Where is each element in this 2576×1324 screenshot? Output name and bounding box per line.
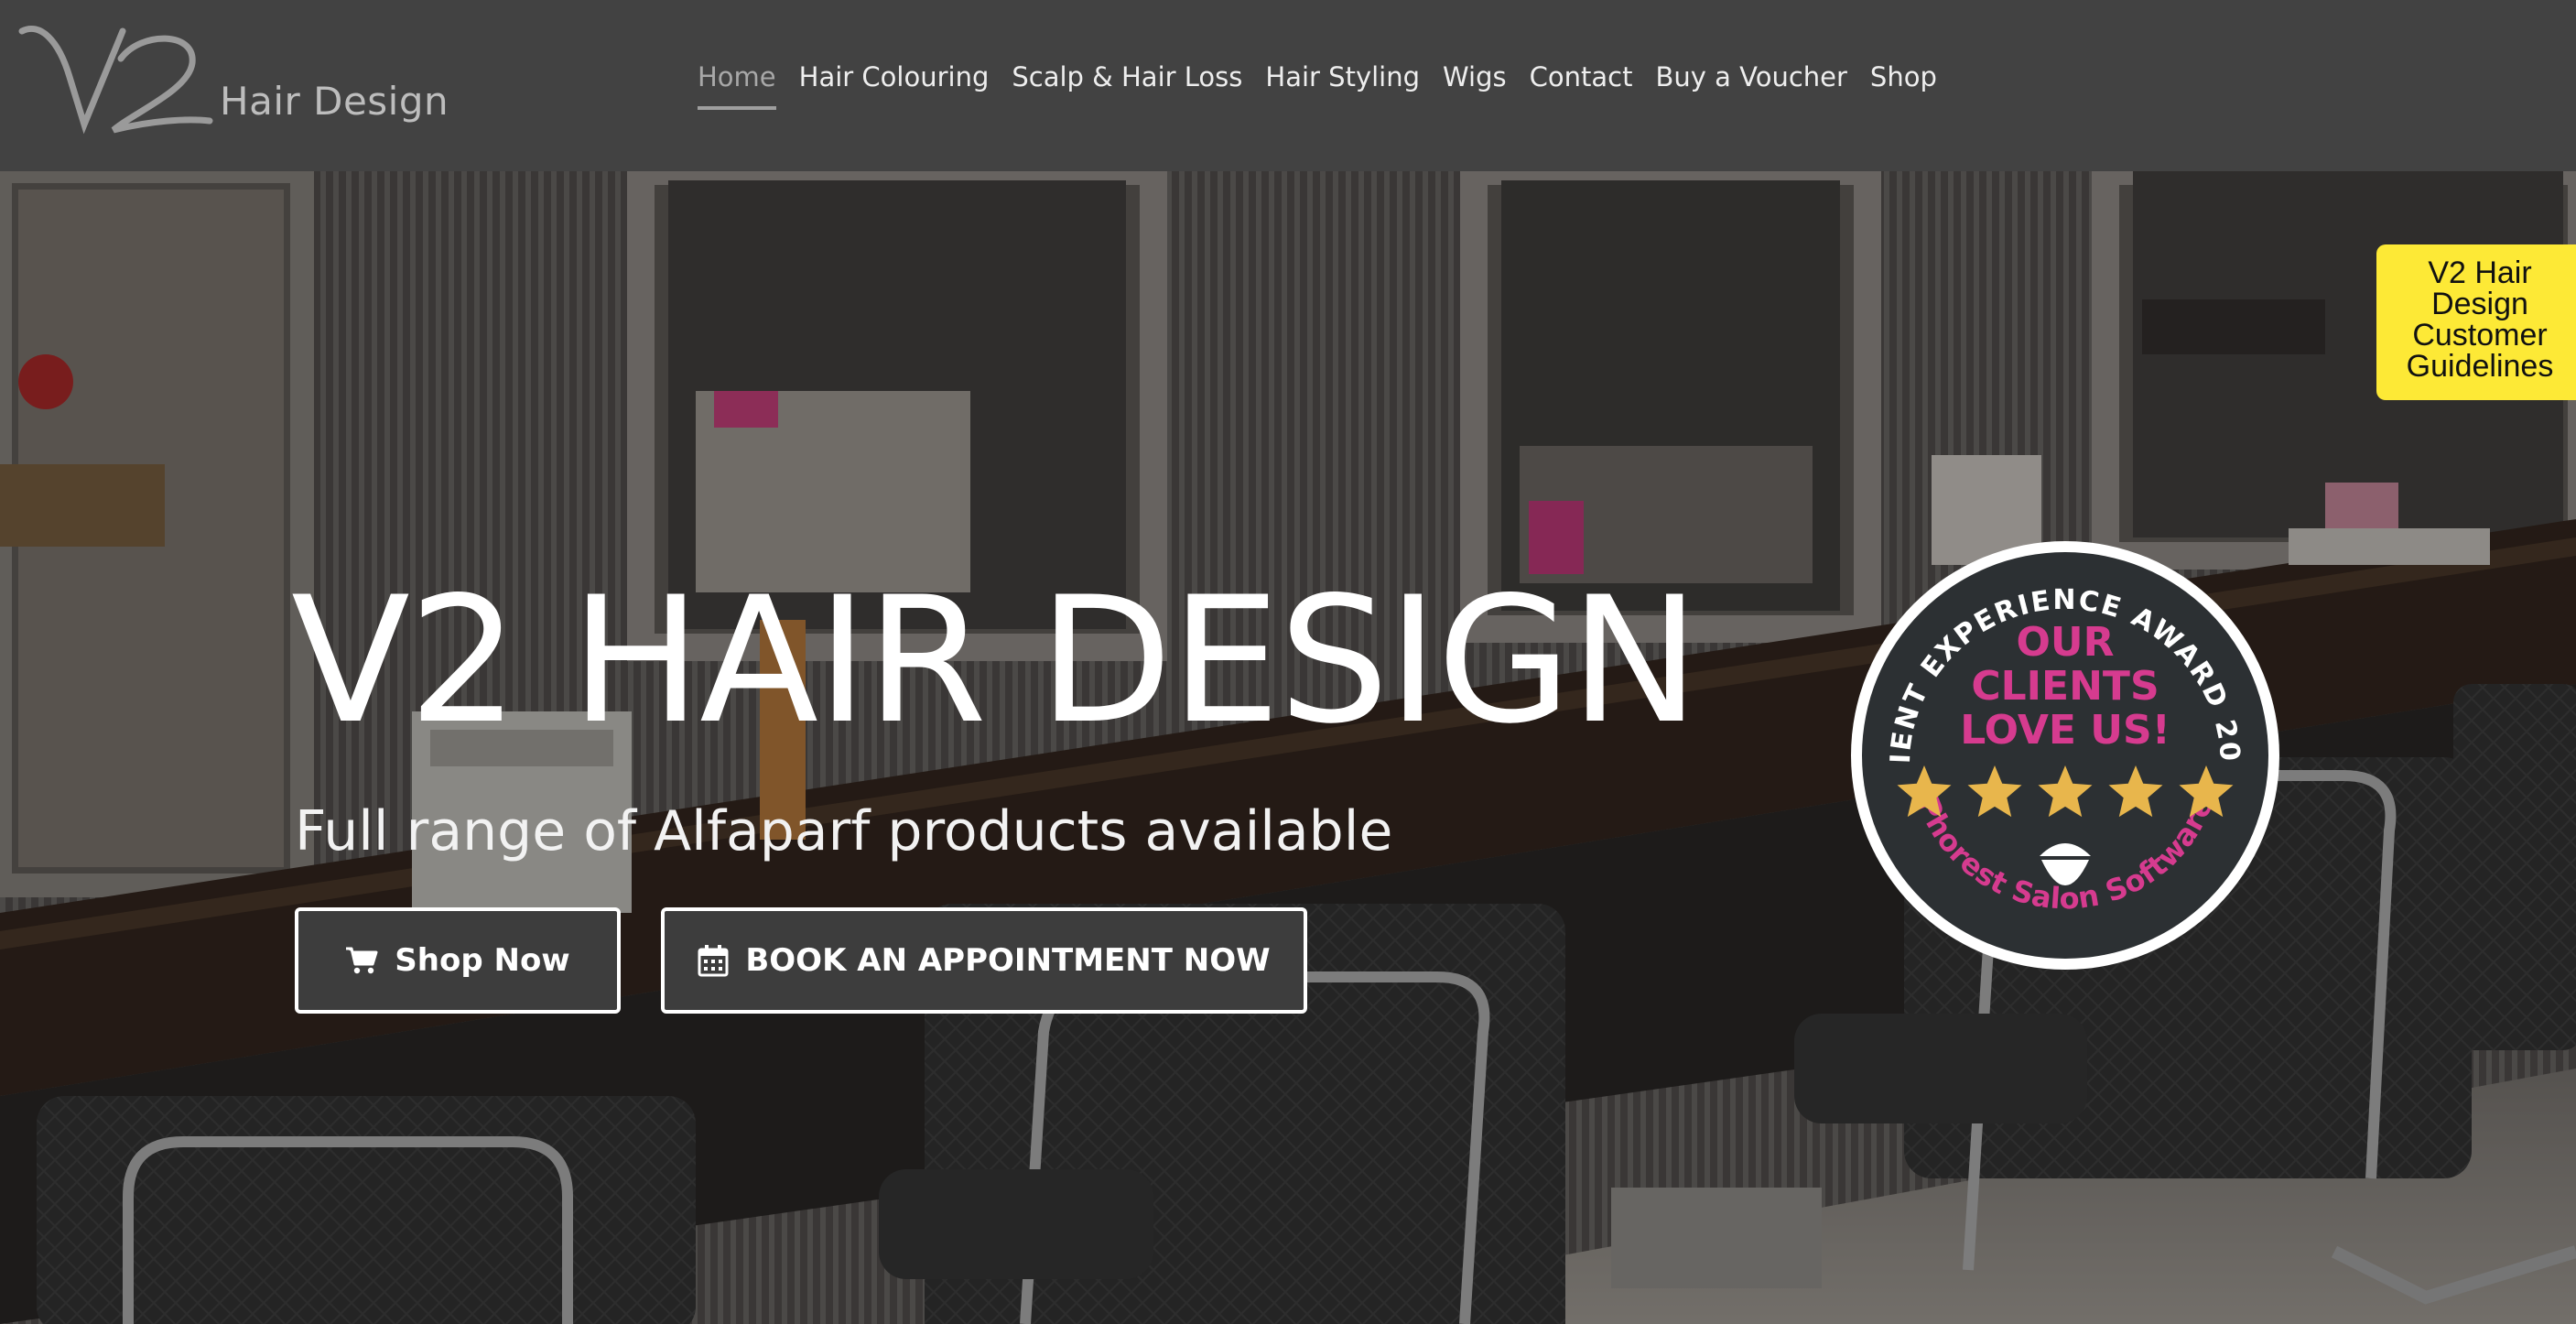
logo-text: Hair Design xyxy=(220,79,449,124)
nav-shop[interactable]: Shop xyxy=(1870,59,1937,110)
client-experience-award-badge[interactable]: CLIENT EXPERIENCE AWARD 2018 Phorest Sal… xyxy=(1845,536,2285,975)
guidelines-line: V2 Hair xyxy=(2428,255,2532,290)
shop-now-label: Shop Now xyxy=(395,942,570,979)
award-line-2: CLIENTS xyxy=(1971,663,2159,710)
award-line-3: LOVE US! xyxy=(1960,707,2170,754)
customer-guidelines-tab[interactable]: V2 Hair Design Customer Guidelines xyxy=(2376,244,2576,400)
hero-subtitle: Full range of Alfaparf products availabl… xyxy=(295,799,1393,863)
award-seal-icon: CLIENT EXPERIENCE AWARD 2018 Phorest Sal… xyxy=(1845,536,2279,970)
award-line-1: OUR xyxy=(2016,619,2115,666)
guidelines-line: Customer xyxy=(2412,318,2548,353)
calendar-icon xyxy=(698,945,729,977)
nav-scalp-hair-loss[interactable]: Scalp & Hair Loss xyxy=(1012,59,1242,110)
nav-wigs[interactable]: Wigs xyxy=(1443,59,1507,110)
nav-contact[interactable]: Contact xyxy=(1530,59,1633,110)
nav-buy-voucher[interactable]: Buy a Voucher xyxy=(1655,59,1846,110)
main-nav: Home Hair Colouring Scalp & Hair Loss Ha… xyxy=(698,59,1937,110)
site-logo[interactable]: Hair Design xyxy=(13,13,449,141)
nav-hair-styling[interactable]: Hair Styling xyxy=(1265,59,1420,110)
v2-monogram-icon xyxy=(18,26,213,135)
shop-now-button[interactable]: Shop Now xyxy=(295,907,621,1014)
book-appointment-label: BOOK AN APPOINTMENT NOW xyxy=(745,942,1271,979)
cart-icon xyxy=(346,947,378,974)
guidelines-line: Guidelines xyxy=(2406,349,2554,384)
book-appointment-button[interactable]: BOOK AN APPOINTMENT NOW xyxy=(661,907,1307,1014)
nav-hair-colouring[interactable]: Hair Colouring xyxy=(799,59,990,110)
site-header: Hair Design Home Hair Colouring Scalp & … xyxy=(0,0,2576,171)
guidelines-line: Design xyxy=(2431,287,2528,321)
nav-home[interactable]: Home xyxy=(698,59,776,110)
hero-title: V2 HAIR DESIGN xyxy=(291,559,1700,762)
